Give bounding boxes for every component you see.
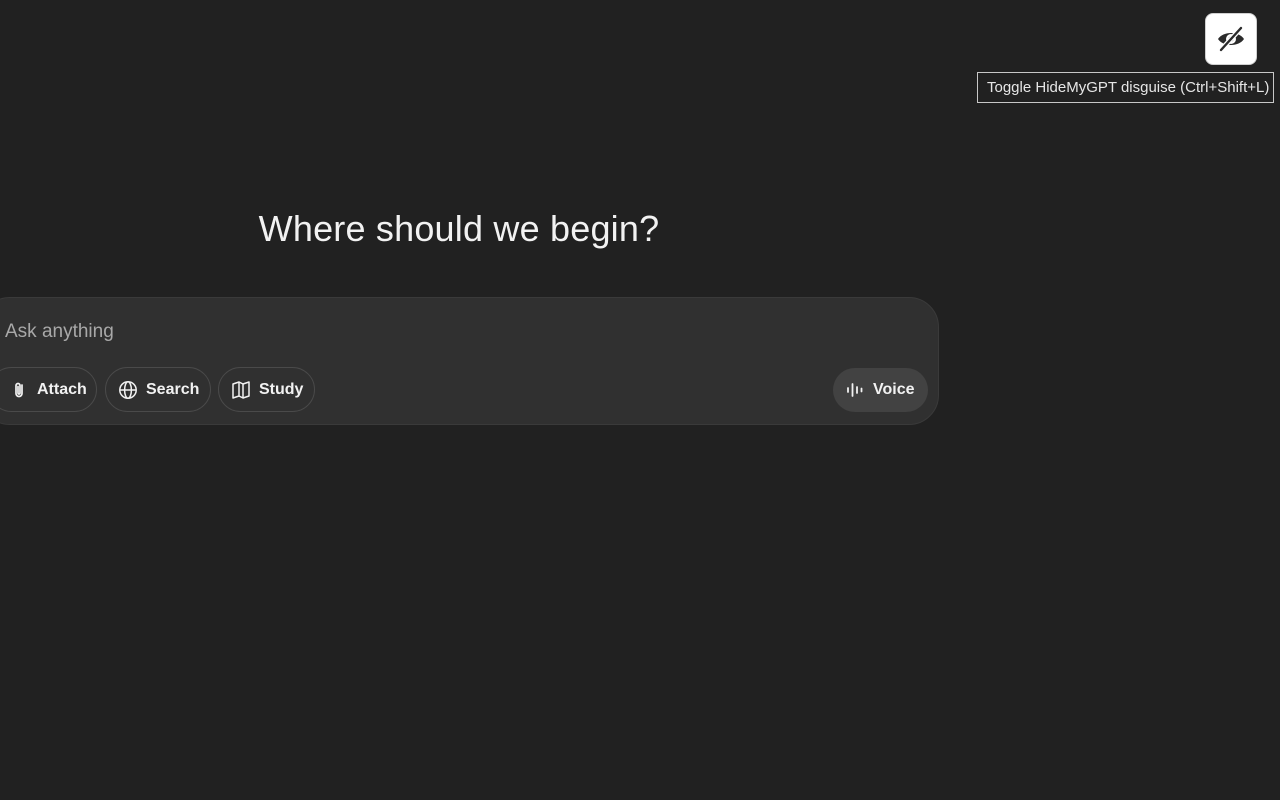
toggle-tooltip: Toggle HideMyGPT disguise (Ctrl+Shift+L) xyxy=(977,72,1275,103)
search-label: Search xyxy=(146,380,200,398)
page: Toggle HideMyGPT disguise (Ctrl+Shift+L)… xyxy=(0,0,1280,800)
attach-button[interactable]: Attach xyxy=(0,367,97,412)
study-label: Study xyxy=(259,380,304,398)
study-button[interactable]: Study xyxy=(218,367,315,412)
search-button[interactable]: Search xyxy=(105,367,211,412)
paperclip-icon xyxy=(15,382,23,397)
voice-label: Voice xyxy=(873,381,915,398)
hidemygpt-toggle-button[interactable] xyxy=(1205,13,1257,65)
globe-icon xyxy=(119,380,137,399)
prompt-input[interactable] xyxy=(5,316,865,348)
composer: Attach Search Study xyxy=(0,297,939,425)
waveform-icon xyxy=(847,383,863,397)
page-headline: Where should we begin? xyxy=(258,208,660,249)
voice-button[interactable]: Voice xyxy=(833,368,928,412)
eye-off-icon xyxy=(1218,25,1244,53)
book-icon xyxy=(232,380,250,399)
attach-label: Attach xyxy=(37,380,87,398)
